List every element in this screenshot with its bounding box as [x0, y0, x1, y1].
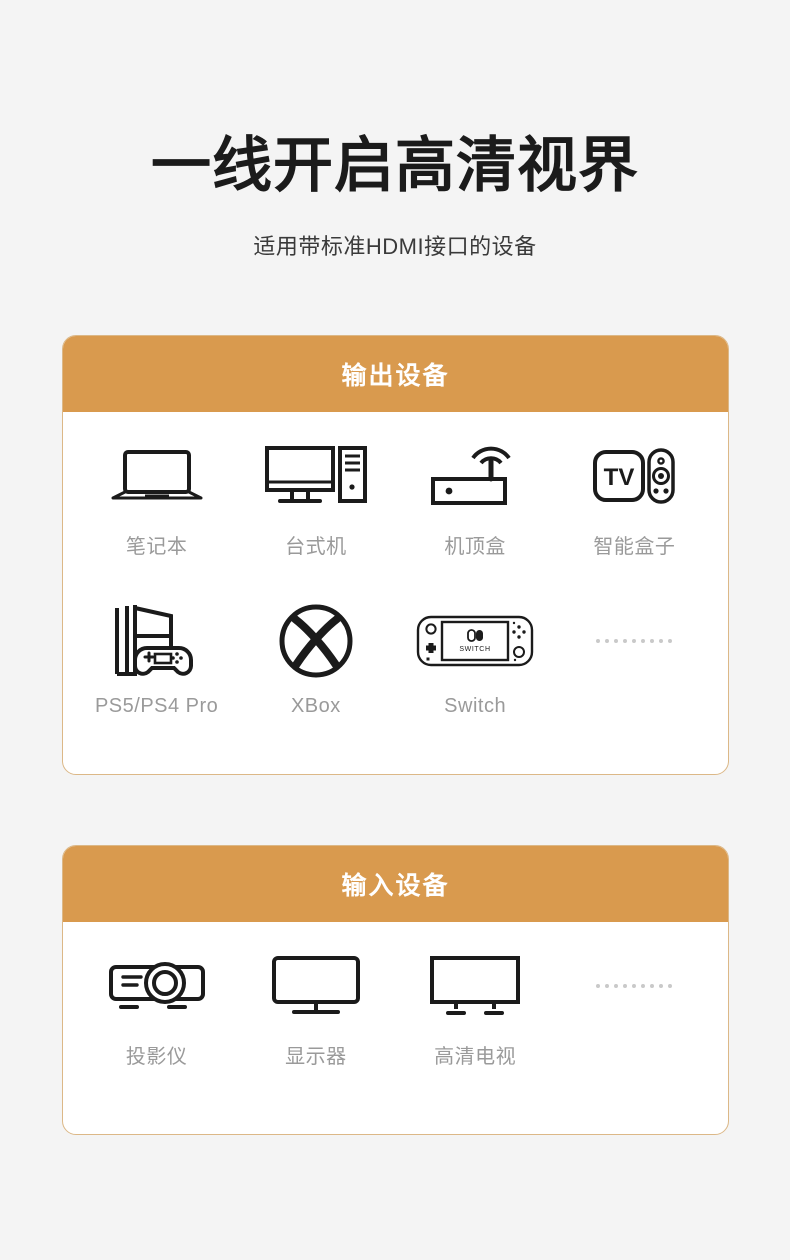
device-label: 机顶盒: [444, 536, 506, 558]
svg-text:TV: TV: [604, 464, 635, 491]
page-header: 一线开启高清视界 适用带标准HDMI接口的设备: [0, 0, 790, 261]
device-label: 智能盒子: [593, 536, 676, 558]
input-devices-row-1: 投影仪 显示器 高清电视: [77, 946, 714, 1069]
page-title: 一线开启高清视界: [151, 132, 639, 199]
set-top-box-icon: [429, 436, 521, 516]
playstation-console-icon: [107, 601, 207, 681]
projector-icon: [107, 946, 207, 1026]
device-item-xbox[interactable]: XBox: [236, 601, 395, 718]
input-devices-card-body: 投影仪 显示器 高清电视: [63, 922, 728, 1089]
device-item-laptop[interactable]: 笔记本: [77, 436, 236, 559]
ellipsis-dots-icon: [596, 946, 673, 1026]
output-devices-card-body: 笔记本 台式机 机顶盒 TV 智能盒子 PS5/PS4 Pro XBox SWI…: [63, 412, 728, 738]
input-devices-card-header: 输入设备: [63, 846, 728, 922]
device-label: XBox: [290, 695, 341, 717]
device-label: PS5/PS4 Pro: [94, 695, 219, 717]
row-spacer: [77, 559, 714, 601]
device-label: 台式机: [285, 536, 347, 558]
device-label: Switch: [444, 695, 507, 717]
page-subtitle: 适用带标准HDMI接口的设备: [253, 233, 537, 259]
device-item-more-input: [555, 946, 714, 1069]
output-devices-row-2: PS5/PS4 Pro XBox SWITCH Switch: [77, 601, 714, 718]
device-item-hdtv[interactable]: 高清电视: [396, 946, 555, 1069]
device-label: 投影仪: [125, 1046, 188, 1068]
output-devices-card-header: 输出设备: [63, 336, 728, 412]
device-item-switch[interactable]: SWITCH Switch: [396, 601, 555, 718]
device-item-playstation[interactable]: PS5/PS4 Pro: [77, 601, 236, 718]
output-devices-row-1: 笔记本 台式机 机顶盒 TV 智能盒子: [77, 436, 714, 559]
smart-tv-box-icon: TV: [592, 436, 676, 516]
device-label: 笔记本: [125, 536, 188, 558]
device-item-more-output: [555, 601, 714, 718]
device-item-set-top-box[interactable]: 机顶盒: [396, 436, 555, 559]
device-item-smart-box[interactable]: TV 智能盒子: [555, 436, 714, 559]
switch-screen-label: SWITCH: [460, 646, 491, 653]
output-devices-card-title: 输出设备: [341, 362, 450, 390]
nintendo-switch-icon: SWITCH: [416, 601, 534, 681]
desktop-computer-icon: [264, 436, 368, 516]
input-devices-card: 输入设备 投影仪 显示器 高清电视: [62, 845, 729, 1135]
output-devices-card: 输出设备 笔记本 台式机 机顶盒 TV 智能盒子 PS5/PS4 Pro XBo…: [62, 335, 729, 775]
device-item-desktop[interactable]: 台式机: [236, 436, 395, 559]
device-label: 高清电视: [434, 1046, 517, 1068]
laptop-icon: [109, 436, 205, 516]
ellipsis-dots-icon: [596, 601, 673, 681]
device-label: 显示器: [285, 1046, 347, 1068]
monitor-icon: [270, 946, 362, 1026]
device-item-projector[interactable]: 投影仪: [77, 946, 236, 1069]
input-devices-card-title: 输入设备: [341, 872, 450, 900]
product-feature-page: 一线开启高清视界 适用带标准HDMI接口的设备 输出设备 笔记本 台式机 机顶盒…: [0, 0, 790, 1260]
hd-television-icon: [428, 946, 522, 1026]
device-item-monitor[interactable]: 显示器: [236, 946, 395, 1069]
xbox-logo-icon: [278, 601, 354, 681]
